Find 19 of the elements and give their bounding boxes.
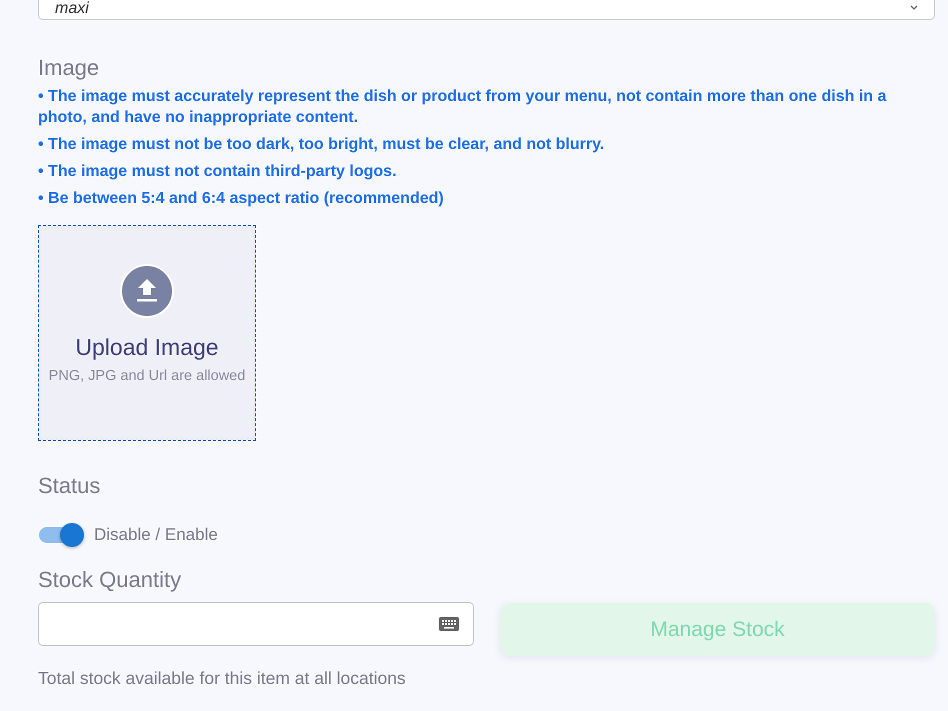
select-field[interactable]: maxi [38, 0, 935, 20]
upload-dropzone[interactable]: Upload Image PNG, JPG and Url are allowed [38, 225, 256, 441]
section-label: Stock Quantity [38, 566, 182, 594]
helper-text: Total stock available for this item at all locations [38, 667, 407, 690]
upload-icon [120, 264, 174, 318]
guideline-text: • The image must not contain third-party logos. [38, 162, 398, 182]
chevron-down-icon [910, 5, 918, 10]
stock-quantity-input[interactable] [38, 602, 474, 646]
keyboard-icon [439, 617, 459, 631]
guideline-text: • Be between 5:4 and 6:4 aspect ratio (recommended) [38, 189, 445, 209]
section-label: Status [38, 472, 100, 500]
select-value: maxi [55, 0, 89, 18]
upload-title: Upload Image [75, 333, 219, 361]
toggle-label: Disable / Enable [94, 524, 218, 546]
guideline-text: • The image must accurately represent the dish or product from your menu, not contain more than one dish in a photo, and have no inappropriate content. [38, 87, 888, 128]
upload-hint: PNG, JPG and Url are allowed [48, 367, 246, 385]
guideline-text: • The image must not be too dark, too bright, must be clear, and not blurry. [38, 135, 606, 155]
section-label: Image [38, 54, 100, 82]
toggle-switch[interactable] [38, 523, 84, 547]
